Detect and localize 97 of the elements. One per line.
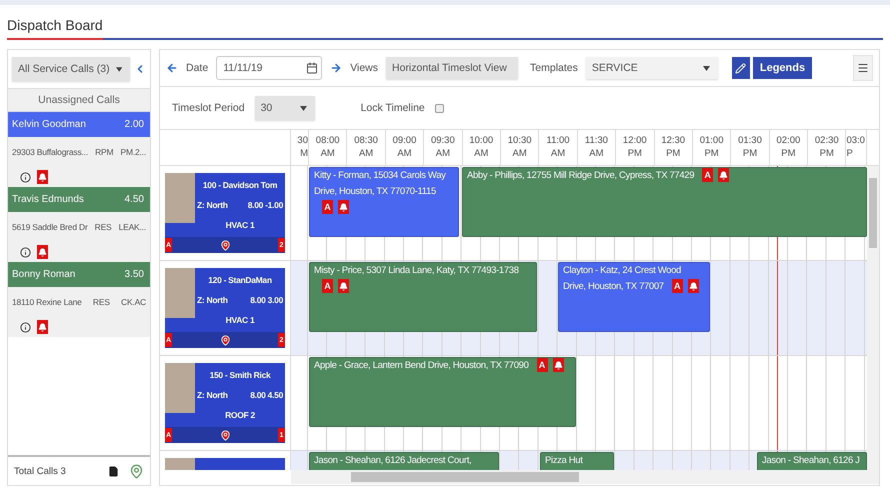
appointment-block[interactable]: Pizza Hut: [540, 452, 614, 470]
menu-button[interactable]: [853, 55, 873, 81]
timeslot-label: Timeslot Period: [172, 102, 245, 114]
dropdown-caret-icon: [702, 66, 710, 70]
time-slot-header: 08:00 AM: [309, 130, 348, 165]
pin-icon: [220, 334, 230, 346]
time-slot-header: 12:30 PM: [654, 130, 693, 165]
call-code: LEAK...: [118, 222, 146, 232]
call-type: RES: [94, 222, 112, 232]
time-slot-header: 01:00 PM: [692, 130, 732, 165]
time-slot-header: 03:0 P: [846, 130, 867, 165]
pin-icon: [220, 240, 230, 250]
bell-icon: [37, 245, 48, 259]
time-slot-header: 11:00 AM: [539, 130, 578, 165]
time-slot-header: 09:00 AM: [386, 130, 424, 165]
view-select[interactable]: Horizontal Timeslot View: [386, 57, 518, 79]
list-heading: Unassigned Calls: [8, 88, 150, 112]
appointment-block[interactable]: Misty - Price, 5307 Linda Lane, Katy, TX 77493-1738 A: [309, 262, 537, 332]
templates-label: Templates: [530, 62, 578, 74]
time-slot-header: 12:00 PM: [616, 130, 655, 165]
zone-label: Z: North: [197, 295, 228, 305]
total-calls: Total Calls 3: [14, 466, 67, 476]
call-code: PM.2...: [120, 147, 146, 157]
photo-placeholder: [165, 363, 195, 413]
a-badge: A: [536, 358, 548, 372]
time-slot-header: 30 M: [291, 130, 309, 165]
time-slot-header: 01:30 PM: [731, 130, 770, 165]
technician-name: 120 - StanDaMan: [208, 275, 272, 285]
call-filter-select[interactable]: All Service Calls (3): [12, 57, 130, 81]
info-icon[interactable]: [20, 246, 31, 258]
skill-label: HVAC 1: [226, 220, 254, 230]
photo-placeholder: [165, 173, 195, 223]
next-arrow-icon[interactable]: [330, 62, 342, 74]
a-badge: A: [322, 200, 333, 214]
bell-icon: [37, 170, 48, 184]
call-type: RPM: [95, 147, 114, 157]
time-slot-header: 02:00 PM: [770, 130, 808, 165]
timeslot-select[interactable]: 30: [254, 96, 315, 120]
legends-button[interactable]: Legends: [752, 57, 812, 79]
call-type: RES: [92, 297, 110, 307]
zone-label: Z: North: [197, 390, 228, 400]
call-address: 5619 Saddle Bred Dr: [12, 222, 88, 232]
skill-label: ROOF 2: [225, 410, 255, 420]
technician-name: 100 - Davidson Tom: [202, 180, 278, 190]
calendar-icon[interactable]: [306, 62, 318, 74]
time-slot-header: 11:30 AM: [578, 130, 616, 165]
lock-checkbox[interactable]: [434, 104, 444, 112]
dropdown-caret-icon: [116, 66, 122, 72]
edit-button[interactable]: [732, 57, 750, 79]
info-icon[interactable]: [20, 172, 31, 182]
call-address: 18110 Rexine Lane: [12, 297, 82, 307]
time-slot-header: 10:00 AM: [462, 130, 501, 165]
pencil-icon: [735, 62, 746, 74]
document-icon[interactable]: [108, 466, 119, 476]
bell-icon: [338, 279, 349, 294]
menu-icon: [857, 62, 869, 74]
time-slot-header: 09:30 AM: [424, 130, 463, 165]
map-pin-icon[interactable]: [129, 464, 144, 478]
appointment-block[interactable]: Abby - Phillips, 12755 Mill Ridge Drive, Cypress, TX 77429 A: [462, 167, 867, 237]
pin-icon: [220, 430, 230, 440]
views-label: Views: [350, 62, 378, 74]
lock-timeline-label: Lock Timeline: [360, 102, 425, 114]
a-badge: A: [702, 168, 714, 182]
page-title: Dispatch Board: [7, 17, 103, 40]
call-header[interactable]: Bonny Roman 3.50: [8, 262, 150, 287]
bell-icon: [37, 320, 48, 334]
date-label: Date: [186, 62, 208, 74]
previous-arrow-icon[interactable]: [166, 62, 178, 74]
call-header[interactable]: Travis Edmunds 4.50: [8, 187, 150, 212]
time-slot-header: 02:30 PM: [808, 130, 846, 165]
call-address: 29303 Buffalograss...: [12, 147, 88, 157]
appointment-block[interactable]: Clayton - Katz, 24 Crest Wood Drive, Houston, TX 77007 A: [558, 262, 710, 332]
appointment-block[interactable]: Apple - Grace, Lantern Bend Drive, Houston, TX 77090 A: [309, 357, 576, 427]
a-badge: A: [672, 279, 683, 294]
date-field[interactable]: 11/11/19: [216, 56, 322, 80]
hours-text: 8.00 3.00: [250, 295, 283, 305]
vertical-scrollbar[interactable]: [867, 166, 879, 470]
photo-placeholder: [165, 268, 195, 318]
info-icon[interactable]: [20, 322, 31, 332]
hours-text: 8.00 4.50: [250, 390, 283, 400]
call-code: CK.AC: [121, 297, 146, 307]
appointment-block[interactable]: Jason - Sheahan, 6126 Jadecrest Court,: [309, 452, 499, 470]
zone-label: Z: North: [197, 200, 228, 210]
horizontal-scrollbar[interactable]: [291, 470, 879, 484]
time-slot-header: 08:30 AM: [347, 130, 386, 165]
dropdown-caret-icon: [300, 106, 307, 110]
appointment-block[interactable]: Kitty - Forman, 15034 Carols Way Drive, Houston, TX 77070-1115 A: [309, 167, 459, 237]
a-badge: A: [322, 279, 333, 294]
bell-icon: [338, 200, 349, 214]
appointment-block[interactable]: Jason - Sheahan, 6126 J: [757, 452, 867, 470]
call-header[interactable]: Kelvin Goodman 2.00: [8, 112, 150, 137]
technician-name: 150 - Smith Rick: [210, 370, 270, 380]
bell-icon: [688, 279, 699, 294]
template-select[interactable]: SERVICE: [586, 57, 718, 79]
skill-label: HVAC 1: [226, 315, 254, 325]
hours-text: 8.00 -1.00: [248, 200, 283, 210]
time-slot-header: 10:30 AM: [500, 130, 540, 165]
